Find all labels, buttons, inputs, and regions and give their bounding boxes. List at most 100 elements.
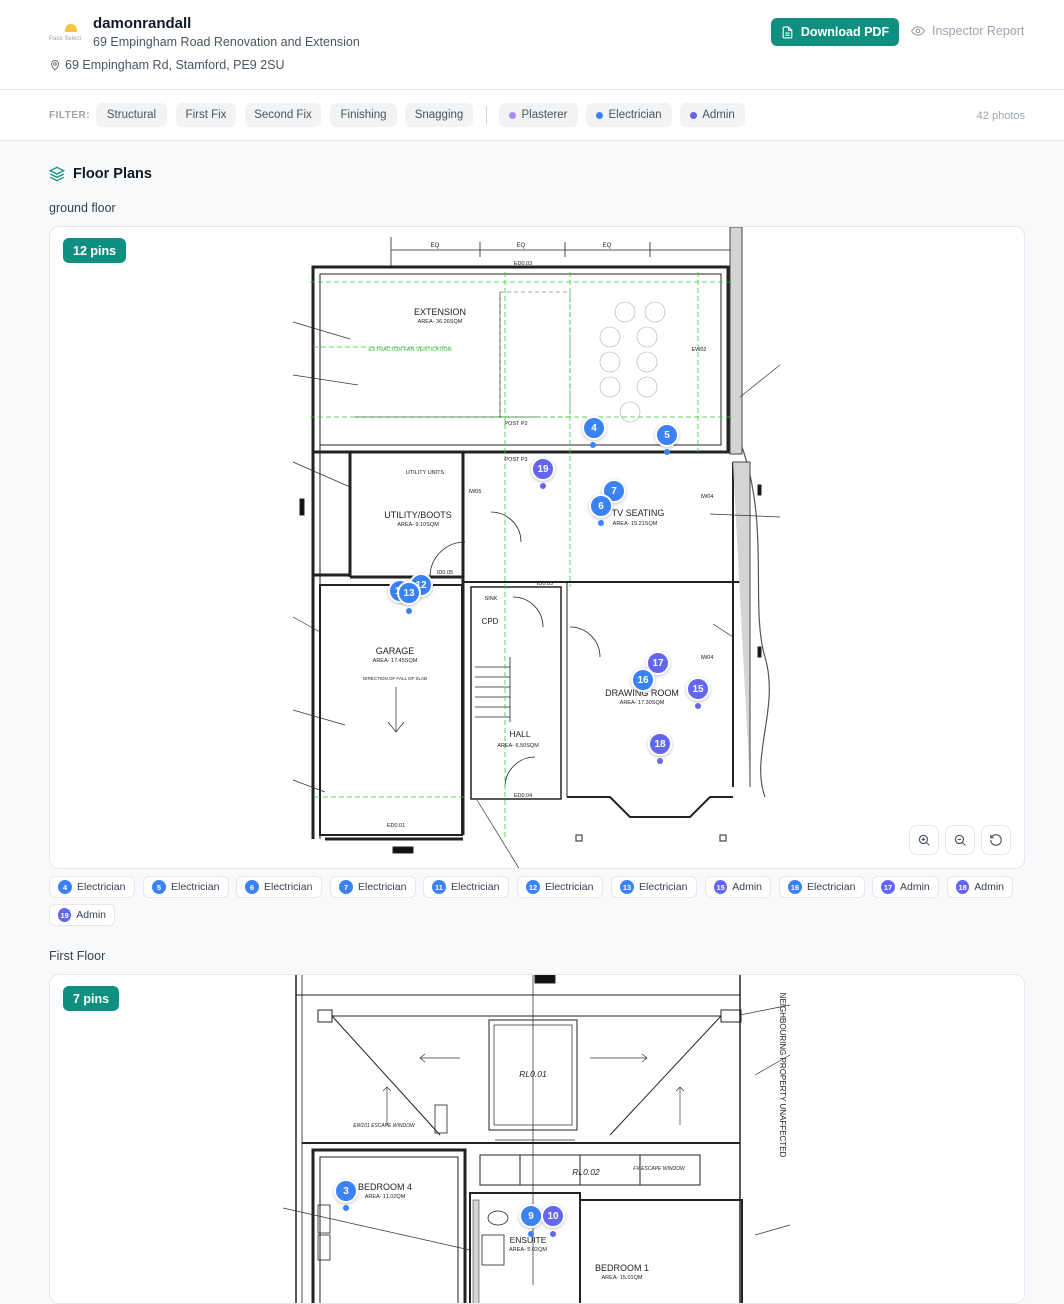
pin-number: 13 — [403, 587, 415, 599]
download-pdf-button[interactable]: Download PDF — [771, 18, 899, 46]
filter-chip-finishing[interactable]: Finishing — [330, 103, 397, 127]
zoom-out-button[interactable] — [945, 825, 975, 855]
filter-chip-admin[interactable]: Admin — [680, 103, 745, 127]
logo-sun-icon — [65, 24, 77, 32]
filter-chip-second-fix[interactable]: Second Fix — [245, 103, 321, 127]
document-icon — [782, 26, 793, 38]
pin-legend-chip[interactable]: 16 Electrician — [779, 876, 865, 898]
chip-label: Admin — [702, 109, 735, 121]
filter-chip-first-fix[interactable]: First Fix — [176, 103, 236, 127]
pin-legend-chip[interactable]: 11 Electrician — [423, 876, 509, 898]
legend-role: Admin — [732, 881, 762, 893]
svg-text:BEDROOM 1: BEDROOM 1 — [595, 1263, 649, 1273]
pin-number: 7 — [611, 485, 617, 497]
pin-anchor — [343, 1205, 349, 1211]
legend-role: Electrician — [358, 881, 407, 893]
svg-text:EXTENSION: EXTENSION — [414, 307, 466, 317]
pin-anchor — [550, 1231, 556, 1237]
legend-role: Electrician — [639, 881, 688, 893]
svg-text:ID0.03: ID0.03 — [537, 581, 553, 587]
pins-count-badge: 7 pins — [63, 986, 120, 1011]
svg-text:FX ESCAPE WINDOW: FX ESCAPE WINDOW — [633, 1166, 686, 1172]
svg-text:ENSUITE: ENSUITE — [510, 1235, 547, 1245]
legend-role: Electrician — [264, 881, 313, 893]
map-pin-icon — [50, 60, 60, 71]
pin-legend-chip[interactable]: 12 Electrician — [517, 876, 603, 898]
layers-icon — [49, 166, 65, 182]
svg-text:TV SEATING: TV SEATING — [612, 508, 665, 518]
filter-label: FILTER: — [49, 110, 91, 121]
legend-num: 17 — [881, 880, 895, 894]
floor-plan-first[interactable]: 7 pins RL0.01 RL0.02 EW101 ESCAPE WINDOW… — [49, 974, 1025, 1304]
legend-role: Electrician — [77, 881, 126, 893]
filter-bar: FILTER: Structural First Fix Second Fix … — [0, 90, 1064, 141]
pins-count-badge: 12 pins — [63, 238, 127, 263]
filter-chip-snagging[interactable]: Snagging — [405, 103, 473, 127]
pin-legend-chip[interactable]: 17 Admin — [872, 876, 939, 898]
svg-text:UTILITY/BOOTS: UTILITY/BOOTS — [384, 510, 452, 520]
legend-num: 11 — [432, 880, 446, 894]
pin-anchor — [406, 608, 412, 614]
pin-legend-chip[interactable]: 18 Admin — [947, 876, 1013, 898]
chip-label: Structural — [106, 109, 157, 121]
plan-pin[interactable]: 16 — [631, 668, 655, 692]
pin-number: 19 — [537, 463, 549, 475]
svg-text:GARAGE: GARAGE — [376, 646, 415, 656]
svg-text:IW04: IW04 — [701, 655, 714, 661]
svg-text:BEDROOM 4: BEDROOM 4 — [358, 1182, 412, 1192]
pin-legend-chip[interactable]: 6 Electrician — [236, 876, 322, 898]
plan-pin[interactable]: 5 — [655, 423, 679, 447]
floor-name-ground: ground floor — [49, 201, 116, 215]
svg-text:EQ: EQ — [603, 243, 612, 249]
svg-text:AREA- 11.02QM: AREA- 11.02QM — [365, 1194, 406, 1200]
legend-role: Electrician — [807, 881, 856, 893]
plan-pin[interactable]: 10 — [541, 1204, 565, 1228]
pin-legend-chip[interactable]: 7 Electrician — [330, 876, 416, 898]
pin-legend-chip[interactable]: 4 Electrician — [49, 876, 135, 898]
download-pdf-label: Download PDF — [800, 25, 890, 39]
plan-pin[interactable]: 19 — [531, 457, 555, 481]
svg-text:AREA- 17.30SQM: AREA- 17.30SQM — [620, 700, 665, 706]
legend-num: 16 — [788, 880, 802, 894]
legend-role: Admin — [974, 881, 1004, 893]
pin-number: 16 — [637, 674, 649, 686]
project-address: 69 Empingham Rd, Stamford, PE9 2SU — [49, 58, 285, 72]
section-title-text: Floor Plans — [73, 166, 152, 182]
zoom-out-icon — [954, 834, 966, 846]
pin-anchor — [590, 442, 596, 448]
plan-pin[interactable]: 4 — [582, 416, 606, 440]
ground-floor-drawing: EQ EQ EQ ED0.03 EXTENSION AREA- 36.26SQM… — [292, 227, 781, 868]
pin-number: 5 — [664, 429, 670, 441]
reset-view-button[interactable] — [981, 825, 1011, 855]
zoom-in-button[interactable] — [909, 825, 939, 855]
filter-chip-plasterer[interactable]: Plasterer — [499, 103, 578, 127]
floor-plan-ground[interactable]: 12 pins EQ EQ EQ ED0.03 EXTENSION AREA- … — [49, 226, 1025, 869]
plan-pin[interactable]: 13 — [397, 581, 421, 605]
filter-divider — [486, 106, 487, 124]
svg-text:IW04: IW04 — [701, 494, 714, 500]
pin-legend-chip[interactable]: 5 Electrician — [143, 876, 229, 898]
pin-anchor — [540, 483, 546, 489]
pin-anchor — [695, 703, 701, 709]
legend-num: 6 — [245, 880, 259, 894]
filter-chip-electrician[interactable]: Electrician — [586, 103, 672, 127]
plan-pin[interactable]: 18 — [648, 732, 672, 756]
legend-num: 13 — [620, 880, 634, 894]
svg-text:IW05: IW05 — [469, 489, 482, 495]
svg-text:CPD: CPD — [482, 617, 499, 626]
svg-text:NEIGHBOURING PROPERTY UNAFFECT: NEIGHBOURING PROPERTY UNAFFECTED — [778, 993, 787, 1158]
plan-pin[interactable]: 6 — [589, 494, 613, 518]
plan-pin[interactable]: 15 — [686, 677, 710, 701]
pin-anchor — [528, 1231, 534, 1237]
svg-text:AREA- 5.02QM: AREA- 5.02QM — [509, 1247, 547, 1253]
pin-legend-chip[interactable]: 13 Electrician — [611, 876, 697, 898]
plan-pin[interactable]: 9 — [519, 1204, 543, 1228]
filter-chip-structural[interactable]: Structural — [96, 103, 167, 127]
legend-num: 15 — [714, 880, 728, 894]
pin-legend-chip[interactable]: 15 Admin — [705, 876, 771, 898]
pin-legend-chip[interactable]: 19 Admin — [49, 904, 115, 926]
svg-text:RL0.02: RL0.02 — [572, 1167, 600, 1177]
legend-num: 12 — [526, 880, 540, 894]
inspector-report-button[interactable]: Inspector Report — [911, 24, 1024, 38]
plan-pin[interactable]: 3 — [334, 1179, 358, 1203]
